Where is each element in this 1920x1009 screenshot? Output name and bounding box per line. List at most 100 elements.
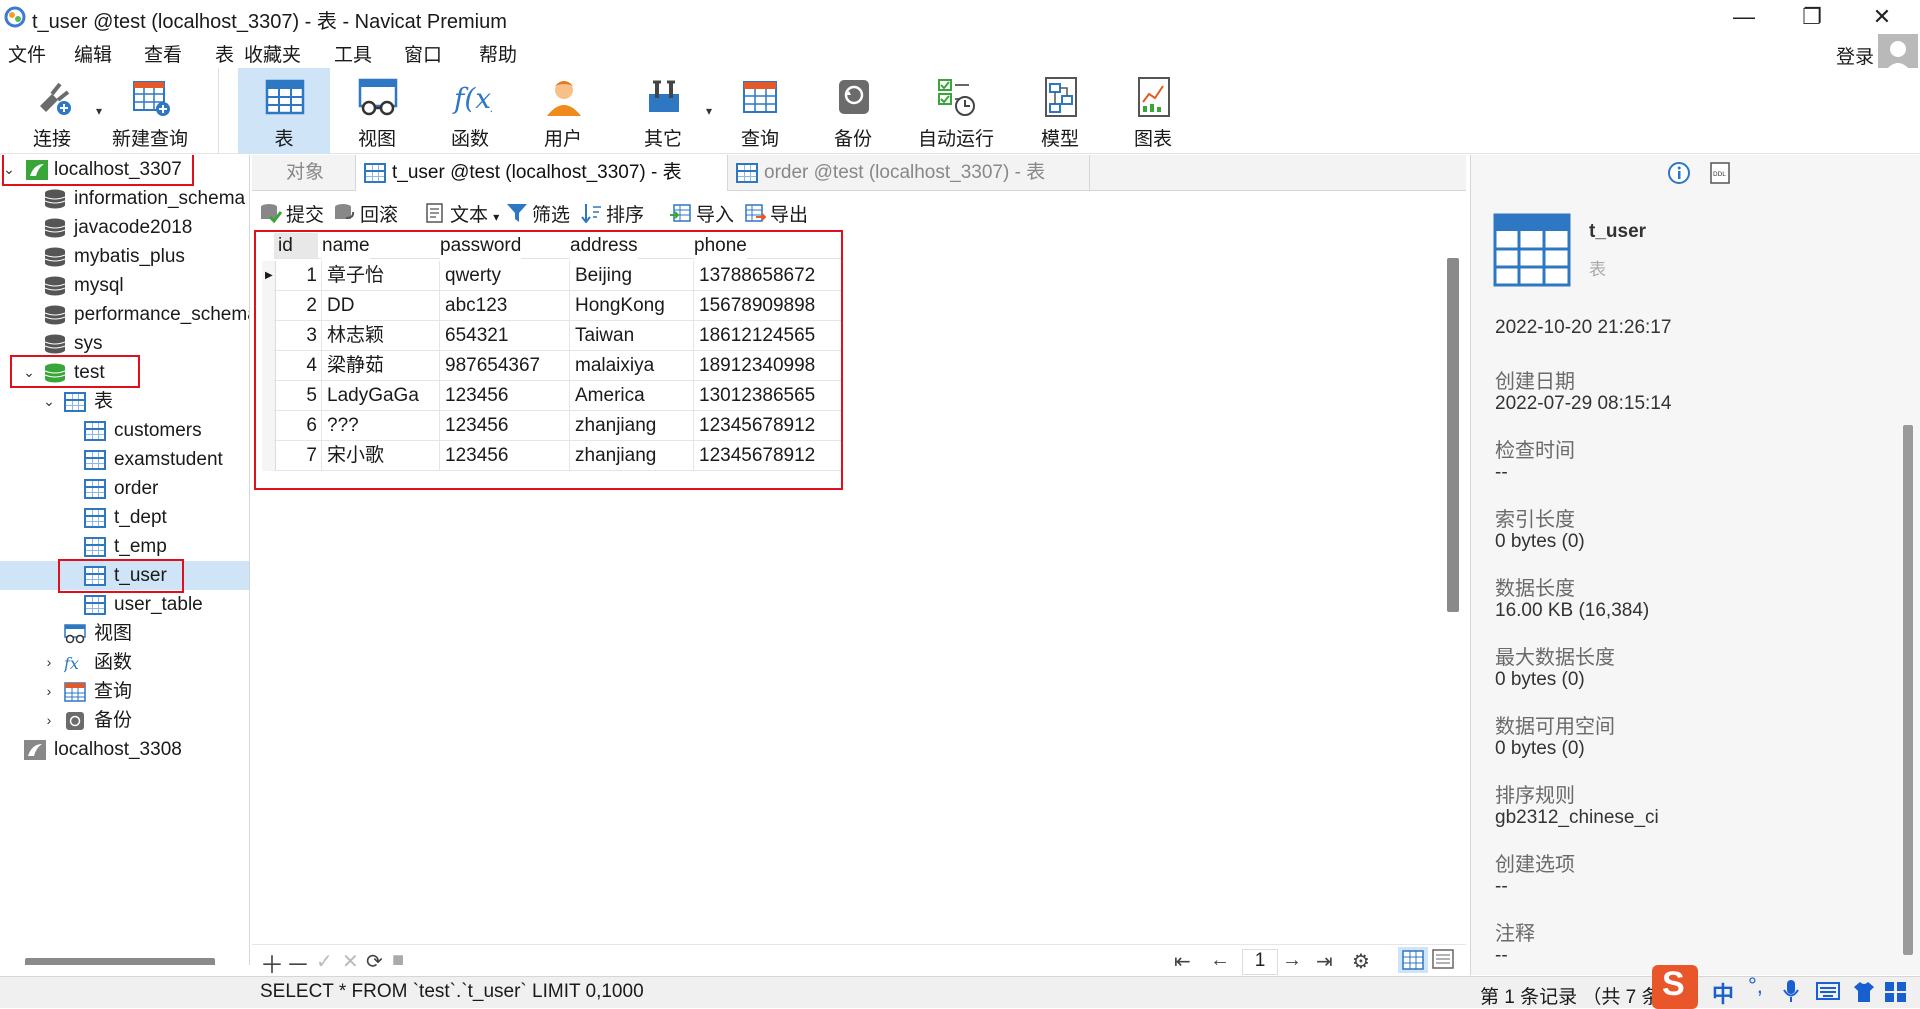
grid-navigation-bar: ＋ － ✓ ✕ ⟳ ■ ⇤ ← 1 → ⇥ ⚙ (252, 944, 1466, 979)
chart-label: 图表 (1133, 129, 1172, 150)
add-record-button[interactable]: ＋ (260, 945, 284, 980)
tab-t-user[interactable]: t_user @test (localhost_3307) - 表 (356, 155, 728, 191)
connect-dropdown-icon[interactable]: ▾ (96, 104, 102, 118)
new-query-button[interactable]: 新建查询 (104, 68, 196, 154)
grid-view-button[interactable] (1398, 947, 1428, 973)
info-icon[interactable] (1667, 161, 1691, 185)
tree-horizontal-scrollbar[interactable] (25, 958, 215, 965)
menu-view[interactable]: 查看 (144, 40, 182, 67)
tree-database-mybatis-plus[interactable]: mybatis_plus (0, 242, 249, 271)
tab-objects[interactable]: 对象 (252, 155, 356, 191)
record-count: 第 1 条记录 （共 7 条） (1480, 987, 1680, 1008)
function-button[interactable]: f(x) 函数 (424, 68, 516, 154)
menu-file[interactable]: 文件 (8, 40, 46, 67)
import-button[interactable]: 导入 (668, 200, 734, 227)
tree-table-user-table[interactable]: user_table (0, 590, 249, 619)
sort-button[interactable]: 排序 (578, 200, 644, 227)
svg-text:DDL: DDL (1713, 171, 1726, 178)
tree-database-mysql[interactable]: mysql (0, 271, 249, 300)
tree-group-backups[interactable]: › 备份 (0, 706, 249, 735)
tree-group-queries[interactable]: › 查询 (0, 677, 249, 706)
chevron-right-icon[interactable]: › (42, 677, 56, 706)
tab-order[interactable]: order @test (localhost_3307) - 表 (728, 155, 1090, 191)
backup-button[interactable]: 备份 (807, 68, 899, 154)
keyboard-icon[interactable] (1816, 981, 1840, 1001)
panel-field-label: 数据可用空间 (1495, 716, 1615, 738)
ime-punctuation-indicator[interactable]: °, (1748, 973, 1763, 999)
gear-icon[interactable]: ⚙ (1352, 949, 1370, 974)
tree-table-examstudent[interactable]: examstudent (0, 445, 249, 474)
panel-field-label: 检查时间 (1495, 440, 1575, 462)
chevron-right-icon[interactable]: › (42, 706, 56, 735)
tree-table-order[interactable]: order (0, 474, 249, 503)
ddl-icon[interactable]: DDL (1709, 162, 1731, 184)
menu-help[interactable]: 帮助 (479, 40, 517, 67)
commit-button[interactable]: 提交 (258, 200, 324, 227)
filter-button[interactable]: 筛选 (504, 200, 570, 227)
panel-field-value: 0 bytes (0) (1495, 531, 1585, 552)
tree-database-information-schema[interactable]: information_schema (0, 184, 249, 213)
panel-scrollbar[interactable] (1903, 425, 1913, 955)
previous-page-button[interactable]: ← (1210, 949, 1230, 972)
connect-button[interactable]: 连接 (6, 68, 98, 154)
refresh-button[interactable]: ⟳ (366, 949, 383, 974)
function-icon: fx (64, 654, 79, 673)
menu-table[interactable]: 表 (215, 40, 234, 67)
tree-group-tables[interactable]: ⌄ 表 (0, 387, 249, 416)
tree-table-t-emp[interactable]: t_emp (0, 532, 249, 561)
user-button[interactable]: 用户 (517, 68, 609, 154)
first-page-button[interactable]: ⇤ (1174, 949, 1191, 974)
other-button[interactable]: 其它 (617, 68, 709, 154)
last-page-button[interactable]: ⇥ (1316, 949, 1333, 974)
chevron-down-icon[interactable]: ⌄ (42, 387, 56, 416)
table-button[interactable]: 表 (238, 68, 330, 154)
tree-database-label: performance_schema (74, 304, 250, 325)
tree-database-javacode2018[interactable]: javacode2018 (0, 213, 249, 242)
stop-button[interactable]: ■ (392, 949, 404, 972)
close-button[interactable]: ✕ (1852, 2, 1912, 32)
tree-database-label: sys (74, 333, 103, 354)
other-dropdown-icon[interactable]: ▾ (706, 104, 712, 118)
apply-changes-button[interactable]: ✓ (316, 949, 333, 974)
tree-table-t-dept[interactable]: t_dept (0, 503, 249, 532)
delete-record-button[interactable]: － (286, 945, 310, 980)
menu-edit[interactable]: 编辑 (74, 40, 112, 67)
page-number-input[interactable]: 1 (1242, 949, 1278, 975)
text-button[interactable]: 文本 ▾ (422, 200, 499, 227)
view-button[interactable]: 视图 (331, 68, 423, 154)
tree-group-views[interactable]: 视图 (0, 619, 249, 648)
discard-changes-button[interactable]: ✕ (342, 949, 359, 974)
model-button[interactable]: 模型 (1014, 68, 1106, 154)
query-button[interactable]: 查询 (714, 68, 806, 154)
tree-connection-3308[interactable]: localhost_3308 (0, 735, 249, 764)
tree-database-sys[interactable]: sys (0, 329, 249, 358)
grid-menu-icon[interactable] (1884, 981, 1908, 1003)
skin-shirt-icon[interactable] (1852, 981, 1876, 1003)
table-icon (84, 508, 106, 528)
rollback-button[interactable]: 回滚 (332, 200, 398, 227)
tab-label: 对象 (286, 162, 325, 183)
microphone-icon[interactable] (1782, 979, 1800, 1003)
tree-table-customers[interactable]: customers (0, 416, 249, 445)
highlight-box (58, 559, 184, 593)
tree-database-performance-schema[interactable]: performance_schema (0, 300, 250, 329)
login-link[interactable]: 登录 (1836, 42, 1874, 69)
menu-favorites[interactable]: 收藏夹 (244, 40, 301, 67)
chevron-right-icon[interactable]: › (42, 648, 56, 677)
maximize-button[interactable]: ❐ (1782, 2, 1842, 32)
menu-tools[interactable]: 工具 (334, 40, 372, 67)
panel-field-value: 2022-07-29 08:15:14 (1495, 393, 1672, 414)
minimize-button[interactable]: — (1714, 2, 1774, 32)
menu-window[interactable]: 窗口 (404, 40, 442, 67)
tree-group-functions[interactable]: › fx 函数 (0, 648, 249, 677)
toolbar-divider (218, 68, 219, 154)
user-icon (547, 81, 581, 116)
form-view-button[interactable] (1432, 949, 1454, 975)
grid-vertical-scrollbar[interactable] (1447, 258, 1459, 612)
export-button[interactable]: 导出 (742, 200, 808, 227)
chart-button[interactable]: 图表 (1107, 68, 1199, 154)
next-page-button[interactable]: → (1282, 949, 1302, 972)
panel-field-label: 创建选项 (1495, 854, 1575, 876)
auto-run-button[interactable]: 自动运行 (900, 68, 1012, 154)
ime-language-indicator[interactable]: 中 (1712, 977, 1734, 1009)
